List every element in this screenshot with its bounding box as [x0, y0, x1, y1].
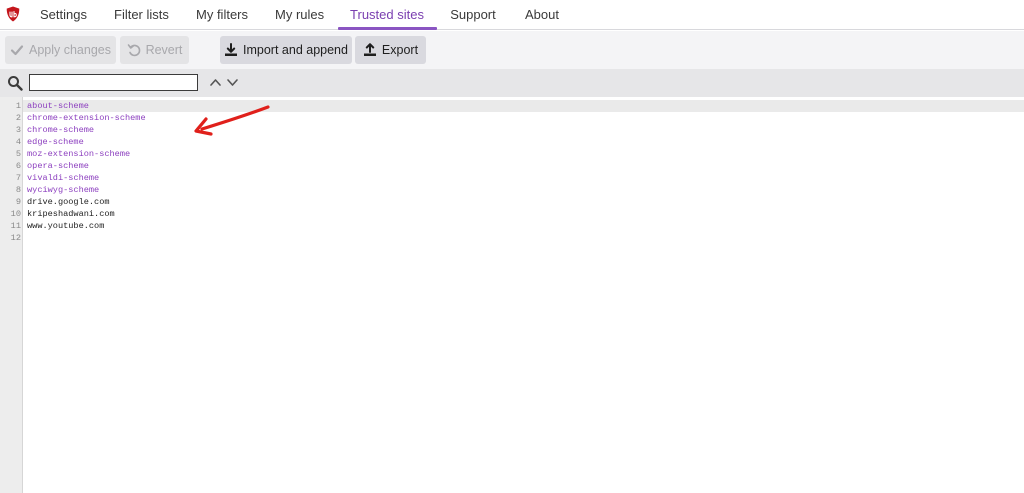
line-number: 10 [10, 209, 21, 219]
search-input[interactable] [29, 74, 198, 91]
editor-line[interactable]: 9 drive.google.com [0, 196, 1024, 208]
chevron-down-icon[interactable] [226, 76, 239, 89]
line-number: 12 [10, 233, 21, 243]
line-number: 3 [15, 125, 21, 135]
editor-line[interactable]: 7 vivaldi-scheme [0, 172, 1024, 184]
line-number: 6 [15, 161, 21, 171]
trusted-host-entry: kripeshadwani.com [27, 209, 115, 219]
line-number: 9 [15, 197, 21, 207]
toolbar: Apply changes Revert Import and append E… [0, 31, 1024, 69]
editor-line[interactable]: 11 www.youtube.com [0, 220, 1024, 232]
trusted-scheme-entry: chrome-extension-scheme [27, 113, 146, 123]
trusted-scheme-entry: moz-extension-scheme [27, 149, 131, 159]
download-icon [225, 43, 238, 56]
undo-icon [127, 44, 140, 57]
tab-about[interactable]: About [525, 0, 559, 30]
trusted-scheme-entry: vivaldi-scheme [27, 173, 100, 183]
search-icon [8, 76, 23, 91]
editor-line[interactable]: 3 chrome-scheme [0, 124, 1024, 136]
tab-filter-lists[interactable]: Filter lists [114, 0, 169, 30]
search-bar [0, 69, 1024, 97]
editor-line[interactable]: 12 [0, 232, 1024, 244]
tab-my-rules[interactable]: My rules [275, 0, 324, 30]
editor-line[interactable]: 2 chrome-extension-scheme [0, 112, 1024, 124]
tab-bar: Settings Filter lists My filters My rule… [0, 0, 1024, 30]
editor-line[interactable]: 5 moz-extension-scheme [0, 148, 1024, 160]
upload-icon [363, 43, 376, 56]
line-number: 11 [10, 221, 21, 231]
tab-my-filters[interactable]: My filters [196, 0, 248, 30]
tab-settings[interactable]: Settings [40, 0, 87, 30]
line-number: 2 [15, 113, 21, 123]
line-number: 7 [15, 173, 21, 183]
line-number: 8 [15, 185, 21, 195]
editor-line[interactable]: 4 edge-scheme [0, 136, 1024, 148]
editor-line[interactable]: 8 wyciwyg-scheme [0, 184, 1024, 196]
export-label: Export [381, 43, 419, 57]
editor-line[interactable]: 1 about-scheme [0, 100, 1024, 112]
import-and-append-button[interactable]: Import and append [220, 36, 352, 64]
trusted-scheme-entry: opera-scheme [27, 161, 89, 171]
trusted-host-entry: www.youtube.com [27, 221, 105, 231]
editor-line[interactable]: 10 kripeshadwani.com [0, 208, 1024, 220]
trusted-scheme-entry: about-scheme [27, 101, 89, 111]
editor-line[interactable]: 6 opera-scheme [0, 160, 1024, 172]
apply-changes-button[interactable]: Apply changes [5, 36, 116, 64]
trusted-scheme-entry: wyciwyg-scheme [27, 185, 100, 195]
apply-changes-label: Apply changes [28, 43, 111, 57]
import-and-append-label: Import and append [243, 43, 348, 57]
red-arrow-icon [194, 105, 270, 136]
ublock-shield-icon [6, 6, 20, 22]
chevron-up-icon[interactable] [209, 76, 222, 89]
trusted-sites-editor[interactable]: 1 about-scheme 2 chrome-extension-scheme 3 ch… [0, 97, 1024, 493]
trusted-scheme-entry: chrome-scheme [27, 125, 95, 135]
line-number: 4 [15, 137, 21, 147]
active-tab-indicator [338, 27, 437, 30]
tab-trusted-sites[interactable]: Trusted sites [350, 0, 424, 30]
revert-button[interactable]: Revert [120, 36, 189, 64]
line-number: 5 [15, 149, 21, 159]
trusted-host-entry: drive.google.com [27, 197, 110, 207]
tab-support[interactable]: Support [450, 0, 496, 30]
trusted-scheme-entry: edge-scheme [27, 137, 84, 147]
line-number: 1 [15, 101, 21, 111]
export-button[interactable]: Export [355, 36, 426, 64]
checkmark-icon [10, 45, 24, 56]
revert-label: Revert [145, 43, 183, 57]
